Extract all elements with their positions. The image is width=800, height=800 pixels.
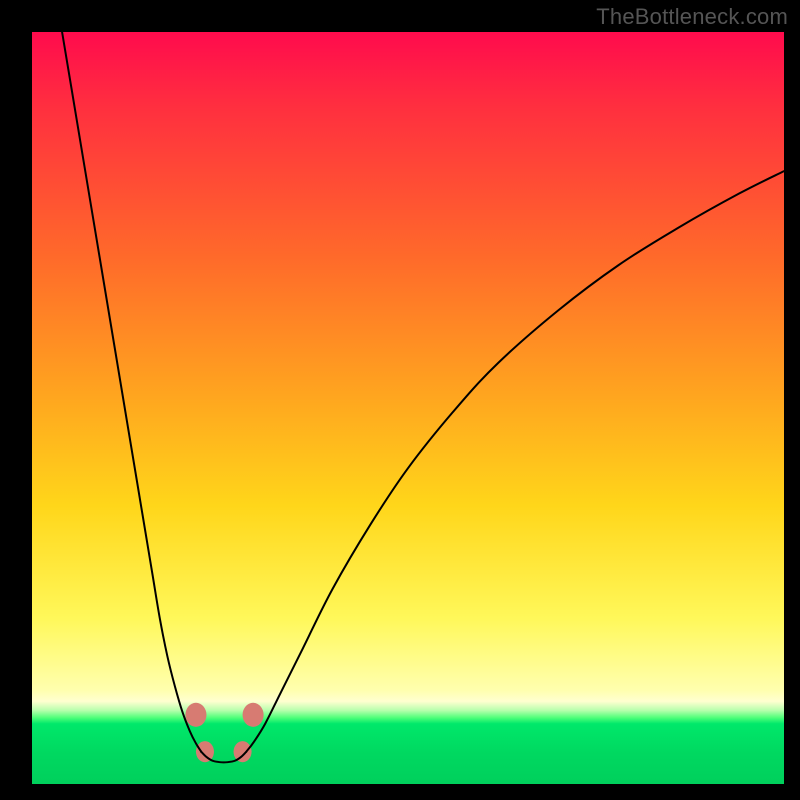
curve-marker-3 — [243, 703, 264, 727]
curve-layer — [32, 32, 784, 784]
watermark-text: TheBottleneck.com — [596, 4, 788, 30]
plot-area — [32, 32, 784, 784]
markers-group — [185, 703, 263, 762]
canvas: TheBottleneck.com — [0, 0, 800, 800]
curve-marker-0 — [185, 703, 206, 727]
bottleneck-curve — [62, 32, 784, 762]
